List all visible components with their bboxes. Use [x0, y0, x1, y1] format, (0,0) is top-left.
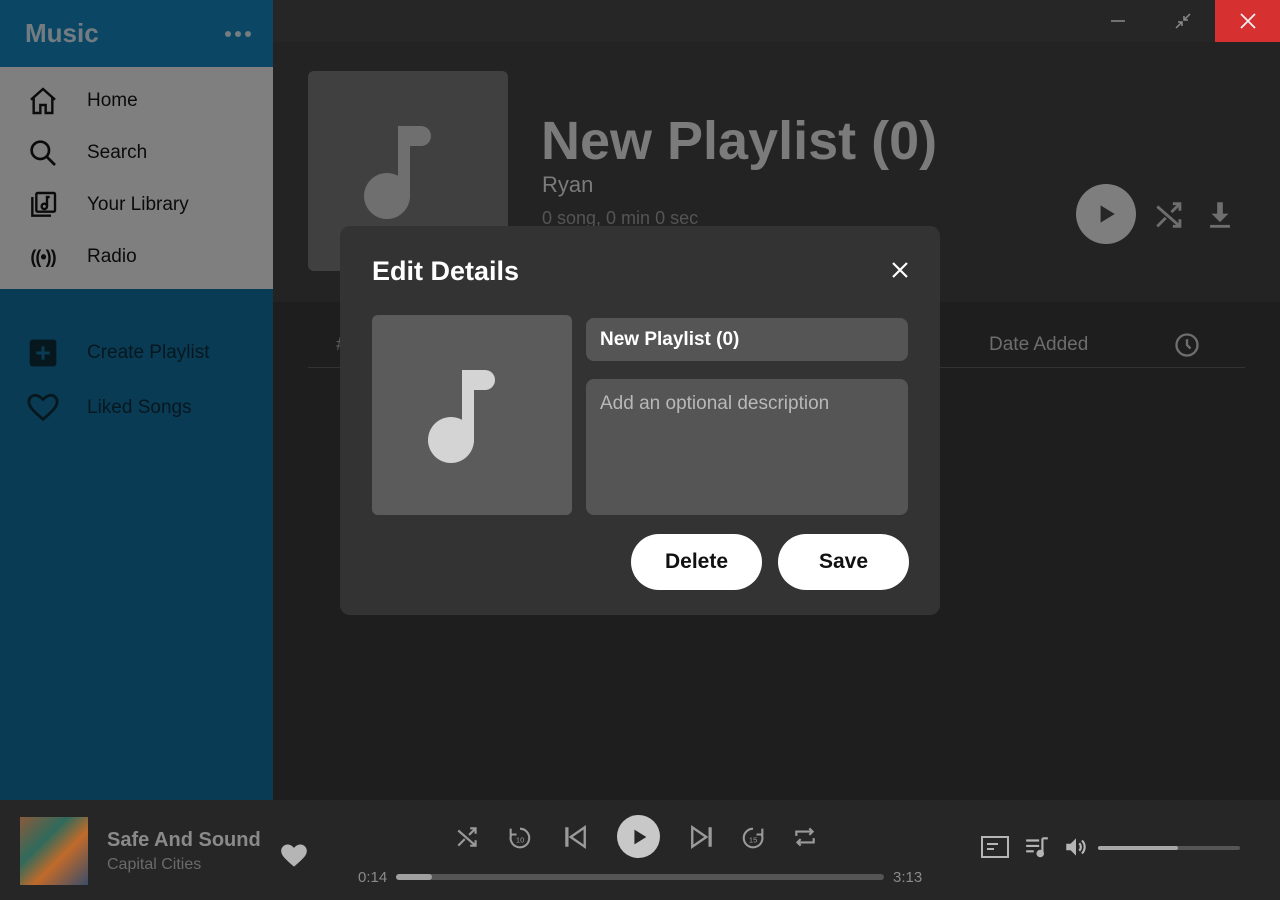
next-track-button[interactable] [689, 824, 715, 850]
previous-track-button[interactable] [562, 824, 588, 850]
heart-icon [281, 844, 307, 867]
dialog-title: Edit Details [372, 256, 520, 286]
playlist-nav: Create Playlist Liked Songs [0, 289, 273, 435]
nav-item-search[interactable]: Search [0, 127, 273, 179]
download-icon [1210, 202, 1230, 228]
volume-icon [1066, 838, 1086, 856]
repeat-button[interactable] [792, 824, 818, 850]
nav-item-home[interactable]: Home [0, 75, 273, 127]
liked-songs-label: Liked Songs [87, 396, 192, 418]
now-playing-title[interactable]: Safe And Sound [107, 829, 261, 852]
clock-icon [1173, 331, 1201, 364]
rewind-10-button[interactable]: 10 [506, 824, 534, 852]
play-icon [633, 829, 646, 844]
music-note-icon [428, 370, 495, 463]
close-window-button[interactable] [1215, 0, 1280, 42]
create-playlist-label: Create Playlist [87, 341, 210, 363]
library-icon [26, 188, 60, 222]
delete-button[interactable]: Delete [631, 534, 762, 590]
playback-progress-bar[interactable] [396, 874, 884, 880]
skip-next-icon [691, 824, 712, 850]
shuffle-button[interactable] [455, 824, 481, 850]
skip-previous-icon [565, 824, 586, 850]
forward-15-button[interactable]: 15 [739, 824, 767, 852]
nav-label: Search [87, 142, 148, 163]
play-playlist-button[interactable] [1076, 184, 1136, 244]
sidebar: Music Home Search Your Library ((•)) Rad… [0, 0, 273, 800]
progress-fill [396, 874, 433, 880]
minimize-button[interactable] [1085, 0, 1150, 42]
main-nav: Home Search Your Library ((•)) Radio [0, 67, 273, 289]
title-bar [273, 0, 1280, 42]
queue-button[interactable] [1024, 834, 1050, 865]
column-date-added: Date Added [989, 334, 1089, 355]
plus-square-icon [26, 336, 60, 370]
queue-icon [1026, 837, 1048, 858]
app-title: Music [25, 18, 99, 48]
home-icon [26, 84, 60, 118]
total-time: 3:13 [893, 869, 923, 886]
nav-label: Radio [87, 246, 137, 267]
cover-image-picker[interactable] [372, 315, 572, 515]
svg-text:15: 15 [749, 836, 757, 845]
svg-text:10: 10 [516, 836, 524, 845]
nav-item-radio[interactable]: ((•)) Radio [0, 231, 273, 283]
liked-songs-item[interactable]: Liked Songs [0, 380, 273, 435]
lyrics-button[interactable] [980, 834, 1010, 865]
volume-fill [1098, 846, 1178, 850]
playlist-description-input[interactable] [586, 379, 908, 515]
shuffle-icon [457, 827, 477, 847]
close-dialog-button[interactable] [886, 256, 914, 284]
music-note-icon [364, 126, 431, 219]
radio-icon: ((•)) [30, 246, 56, 267]
search-icon [26, 136, 60, 170]
play-pause-button[interactable] [617, 815, 660, 858]
edit-details-dialog: Edit Details Delete Save [340, 226, 940, 615]
mute-button[interactable] [1063, 834, 1089, 865]
nav-label: Home [87, 90, 138, 111]
forward-15-icon: 15 [742, 827, 764, 849]
volume-slider[interactable] [1098, 846, 1240, 850]
download-playlist-button[interactable] [1203, 198, 1237, 237]
nav-label: Your Library [87, 194, 189, 215]
lyrics-icon [981, 836, 1009, 858]
shuffle-icon [1156, 202, 1182, 228]
elapsed-time: 0:14 [358, 869, 388, 886]
player-bar: Safe And Sound Capital Cities 10 15 0:14… [0, 800, 1280, 900]
nav-item-library[interactable]: Your Library [0, 179, 273, 231]
playlist-name-input[interactable] [586, 318, 908, 361]
restore-button[interactable] [1150, 0, 1215, 42]
now-playing-artist[interactable]: Capital Cities [107, 856, 201, 874]
playlist-owner: Ryan [542, 172, 594, 197]
heart-icon [26, 391, 60, 425]
shuffle-playlist-button[interactable] [1153, 198, 1187, 237]
more-options-icon[interactable] [225, 30, 251, 37]
brand-bar: Music [0, 0, 273, 67]
save-button[interactable]: Save [778, 534, 909, 590]
playlist-title: New Playlist (0) [541, 111, 938, 171]
like-track-button[interactable] [280, 842, 308, 873]
close-icon [892, 262, 908, 278]
rewind-10-icon: 10 [509, 827, 531, 849]
play-icon [1100, 205, 1115, 223]
album-art [20, 817, 88, 885]
repeat-icon [795, 827, 815, 847]
create-playlist-button[interactable]: Create Playlist [0, 325, 273, 380]
